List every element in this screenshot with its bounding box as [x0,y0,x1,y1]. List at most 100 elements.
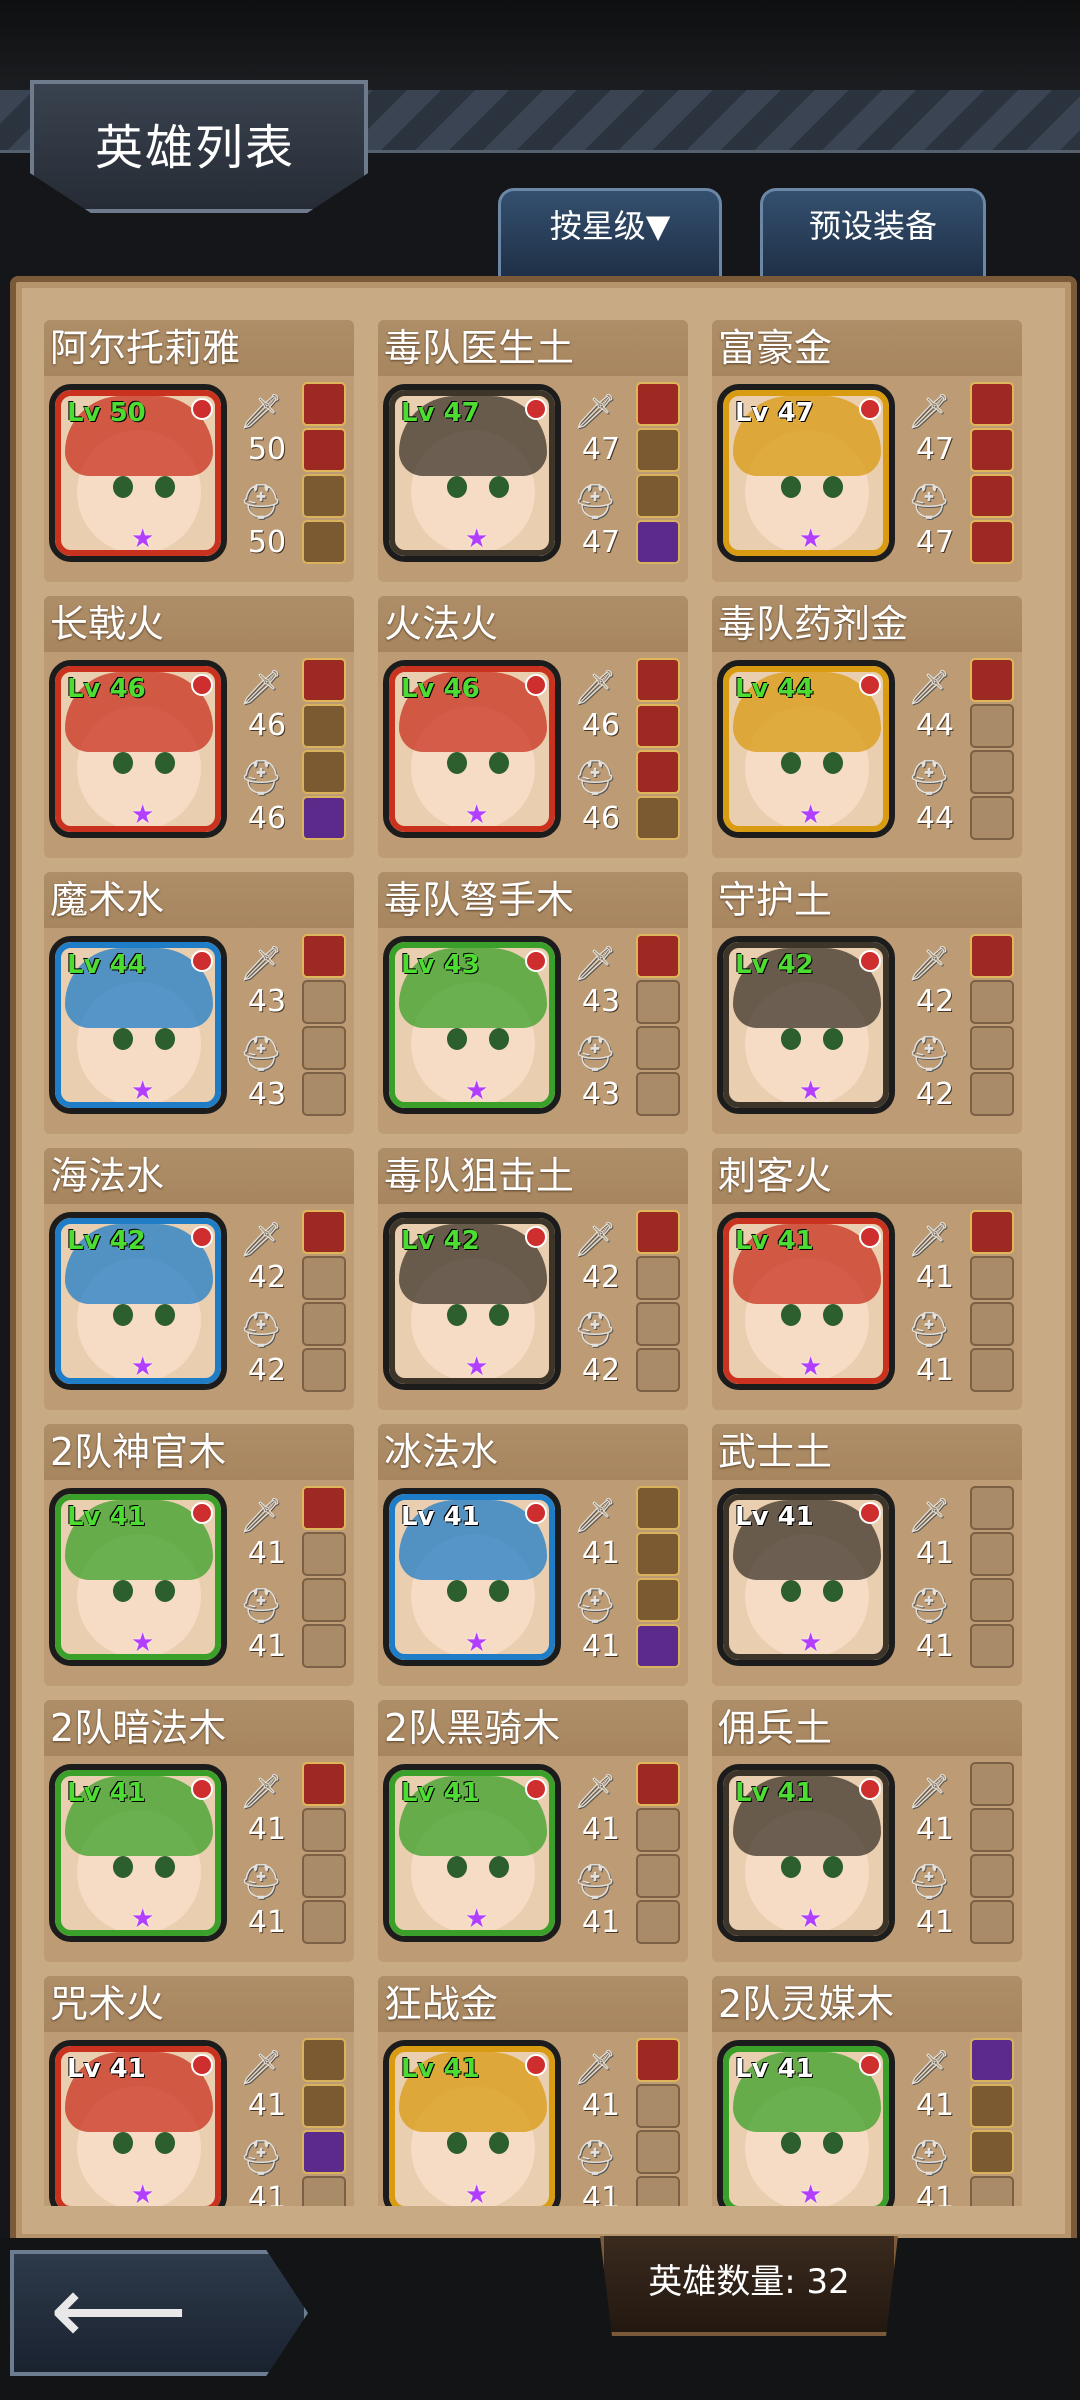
empty-slot[interactable] [970,1302,1014,1346]
hero-card[interactable]: 毒队弩手木 Lv 43 ★ 🗡 43 ⛑ 43 [378,872,688,1134]
equipment-item-icon[interactable] [636,1762,680,1806]
equipment-item-icon[interactable] [970,474,1014,518]
hero-portrait[interactable]: Lv 41 ★ [49,1488,227,1666]
hero-portrait[interactable]: Lv 47 ★ [717,384,895,562]
hero-portrait[interactable]: Lv 42 ★ [717,936,895,1114]
empty-slot[interactable] [302,1578,346,1622]
hero-portrait[interactable]: Lv 46 ★ [383,660,561,838]
equipment-item-icon[interactable] [636,704,680,748]
equipment-item-icon[interactable] [302,474,346,518]
empty-slot[interactable] [970,1072,1014,1116]
equipment-item-icon[interactable] [970,2130,1014,2174]
empty-slot[interactable] [636,1854,680,1898]
hero-portrait[interactable]: Lv 41 ★ [383,1488,561,1666]
equipment-item-icon[interactable] [636,474,680,518]
hero-portrait[interactable]: Lv 43 ★ [383,936,561,1114]
hero-portrait[interactable]: Lv 42 ★ [383,1212,561,1390]
hero-card[interactable]: 毒队医生土 Lv 47 ★ 🗡 47 ⛑ 47 [378,320,688,582]
equipment-item-icon[interactable] [636,796,680,840]
equipment-item-icon[interactable] [302,1210,346,1254]
equipment-item-icon[interactable] [970,2084,1014,2128]
equipment-item-icon[interactable] [970,428,1014,472]
hero-portrait[interactable]: Lv 41 ★ [717,1764,895,1942]
empty-slot[interactable] [970,1256,1014,1300]
equipment-item-icon[interactable] [302,658,346,702]
equipment-item-icon[interactable] [636,1210,680,1254]
equipment-item-icon[interactable] [636,1486,680,1530]
empty-slot[interactable] [636,1256,680,1300]
equipment-item-icon[interactable] [970,520,1014,564]
empty-slot[interactable] [302,1532,346,1576]
hero-portrait[interactable]: Lv 41 ★ [383,2040,561,2206]
equipment-item-icon[interactable] [636,2038,680,2082]
hero-card[interactable]: 咒术火 Lv 41 ★ 🗡 41 ⛑ 41 [44,1976,354,2206]
equipment-item-icon[interactable] [302,1762,346,1806]
empty-slot[interactable] [636,1026,680,1070]
hero-portrait[interactable]: Lv 41 ★ [383,1764,561,1942]
equipment-item-icon[interactable] [636,750,680,794]
empty-slot[interactable] [970,1486,1014,1530]
hero-card[interactable]: 冰法水 Lv 41 ★ 🗡 41 ⛑ 41 [378,1424,688,1686]
empty-slot[interactable] [302,1854,346,1898]
empty-slot[interactable] [970,1808,1014,1852]
hero-portrait[interactable]: Lv 41 ★ [49,2040,227,2206]
hero-card[interactable]: 魔术水 Lv 44 ★ 🗡 43 ⛑ 43 [44,872,354,1134]
equipment-item-icon[interactable] [302,934,346,978]
empty-slot[interactable] [302,980,346,1024]
empty-slot[interactable] [970,1578,1014,1622]
empty-slot[interactable] [636,1808,680,1852]
hero-portrait[interactable]: Lv 44 ★ [49,936,227,1114]
hero-portrait[interactable]: Lv 41 ★ [49,1764,227,1942]
empty-slot[interactable] [302,1900,346,1944]
hero-card[interactable]: 2队暗法木 Lv 41 ★ 🗡 41 ⛑ 41 [44,1700,354,1962]
sort-by-star-button[interactable]: 按星级▼ [498,188,722,279]
empty-slot[interactable] [970,750,1014,794]
equipment-item-icon[interactable] [302,428,346,472]
equipment-item-icon[interactable] [302,1486,346,1530]
empty-slot[interactable] [636,1900,680,1944]
equipment-item-icon[interactable] [302,520,346,564]
empty-slot[interactable] [636,1348,680,1392]
empty-slot[interactable] [302,1808,346,1852]
empty-slot[interactable] [636,2084,680,2128]
hero-card[interactable]: 2队黑骑木 Lv 41 ★ 🗡 41 ⛑ 41 [378,1700,688,1962]
empty-slot[interactable] [970,1026,1014,1070]
empty-slot[interactable] [302,1026,346,1070]
hero-card[interactable]: 佣兵土 Lv 41 ★ 🗡 41 ⛑ 41 [712,1700,1022,1962]
equipment-item-icon[interactable] [636,1624,680,1668]
empty-slot[interactable] [970,1900,1014,1944]
empty-slot[interactable] [970,1624,1014,1668]
equipment-item-icon[interactable] [970,2038,1014,2082]
equipment-item-icon[interactable] [302,796,346,840]
equipment-item-icon[interactable] [636,428,680,472]
empty-slot[interactable] [970,1762,1014,1806]
hero-portrait[interactable]: Lv 42 ★ [49,1212,227,1390]
hero-portrait[interactable]: Lv 41 ★ [717,1212,895,1390]
empty-slot[interactable] [302,1256,346,1300]
hero-portrait[interactable]: Lv 47 ★ [383,384,561,562]
hero-card[interactable]: 2队神官木 Lv 41 ★ 🗡 41 ⛑ 41 [44,1424,354,1686]
hero-portrait[interactable]: Lv 44 ★ [717,660,895,838]
hero-card[interactable]: 守护土 Lv 42 ★ 🗡 42 ⛑ 42 [712,872,1022,1134]
empty-slot[interactable] [302,1072,346,1116]
empty-slot[interactable] [970,2176,1014,2206]
empty-slot[interactable] [302,2176,346,2206]
equipment-item-icon[interactable] [302,2130,346,2174]
equipment-item-icon[interactable] [636,1578,680,1622]
equipment-item-icon[interactable] [302,2084,346,2128]
hero-portrait[interactable]: Lv 50 ★ [49,384,227,562]
equipment-item-icon[interactable] [970,658,1014,702]
hero-portrait[interactable]: Lv 46 ★ [49,660,227,838]
empty-slot[interactable] [970,1348,1014,1392]
empty-slot[interactable] [636,2130,680,2174]
empty-slot[interactable] [302,1348,346,1392]
empty-slot[interactable] [636,2176,680,2206]
hero-card[interactable]: 阿尔托莉雅 Lv 50 ★ 🗡 50 ⛑ 50 [44,320,354,582]
hero-card[interactable]: 2队灵媒木 Lv 41 ★ 🗡 41 ⛑ 41 [712,1976,1022,2206]
hero-card[interactable]: 长戟火 Lv 46 ★ 🗡 46 ⛑ 46 [44,596,354,858]
hero-portrait[interactable]: Lv 41 ★ [717,2040,895,2206]
hero-card[interactable]: 狂战金 Lv 41 ★ 🗡 41 ⛑ 41 [378,1976,688,2206]
hero-card[interactable]: 富豪金 Lv 47 ★ 🗡 47 ⛑ 47 [712,320,1022,582]
empty-slot[interactable] [636,1302,680,1346]
hero-card[interactable]: 毒队狙击土 Lv 42 ★ 🗡 42 ⛑ 42 [378,1148,688,1410]
